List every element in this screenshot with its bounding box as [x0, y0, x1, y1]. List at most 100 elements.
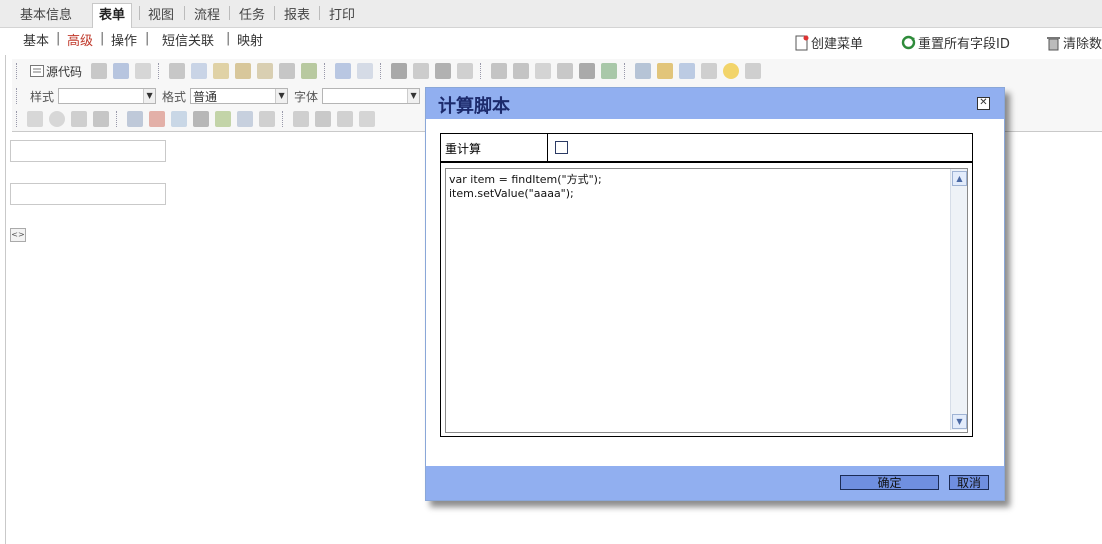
flash-icon[interactable]: [657, 63, 674, 79]
date-field-icon[interactable]: [149, 111, 165, 127]
tab-basic-info[interactable]: 基本信息: [20, 4, 72, 23]
script-field-icon[interactable]: [359, 111, 375, 127]
department-field-icon[interactable]: [193, 111, 209, 127]
dialog-footer: 确定 取消: [426, 466, 1004, 500]
tab-divider: [184, 6, 185, 20]
toolbar-grip: [16, 63, 20, 79]
undo-icon[interactable]: [335, 63, 352, 79]
clear-data-label: 清除数: [1063, 37, 1102, 52]
spellcheck-icon[interactable]: [301, 63, 318, 79]
scroll-down-icon[interactable]: ▼: [952, 414, 967, 429]
zoom-icon[interactable]: [113, 63, 130, 79]
bullet-list-icon[interactable]: [513, 63, 530, 79]
include-field-icon[interactable]: [337, 111, 353, 127]
selector-field-icon[interactable]: [237, 111, 253, 127]
image-icon[interactable]: [635, 63, 652, 79]
form-field-icon[interactable]: [127, 111, 143, 127]
numbered-list-icon[interactable]: [491, 63, 508, 79]
button-field-icon[interactable]: [293, 111, 309, 127]
top-tab-bar: 基本信息 表单 视图 流程 任务 报表 打印: [0, 0, 1102, 28]
tab-report[interactable]: 报表: [284, 4, 310, 23]
cut-icon[interactable]: [169, 63, 186, 79]
div-container-icon[interactable]: [601, 63, 618, 79]
form-text-field[interactable]: [10, 183, 166, 205]
select-all-icon[interactable]: [435, 63, 452, 79]
paste-word-icon[interactable]: [257, 63, 274, 79]
toolbar-row-2: 样式 ▼ 格式 普通 ▼ 字体 ▼: [12, 86, 421, 106]
copy-icon[interactable]: [191, 63, 208, 79]
font-label: 字体: [294, 89, 319, 104]
clear-data-button[interactable]: 清除数: [1046, 33, 1102, 52]
smiley-icon[interactable]: [723, 63, 740, 79]
reset-field-ids-button[interactable]: 重置所有字段ID: [901, 33, 1010, 52]
indent-icon[interactable]: [557, 63, 574, 79]
tree-field-icon[interactable]: [215, 111, 231, 127]
table-icon[interactable]: [679, 63, 696, 79]
create-menu-label: 创建菜单: [811, 37, 864, 52]
create-menu-button[interactable]: 创建菜单: [795, 33, 863, 52]
subnav-separator: |: [100, 31, 105, 46]
template-icon[interactable]: [135, 63, 152, 79]
script-editor[interactable]: var item = findItem("方式"); item.setValue…: [445, 168, 968, 433]
toolbar-row-3: [12, 109, 378, 129]
format-label: 格式: [162, 89, 187, 104]
attachment-field-icon[interactable]: [315, 111, 331, 127]
new-document-icon: [795, 35, 809, 50]
horizontal-rule-icon[interactable]: [701, 63, 718, 79]
reset-field-ids-label: 重置所有字段ID: [918, 37, 1010, 52]
tab-flow[interactable]: 流程: [194, 4, 220, 23]
textbox-field-icon[interactable]: [71, 111, 87, 127]
print-icon[interactable]: [279, 63, 296, 79]
style-select[interactable]: ▼: [58, 88, 157, 104]
close-icon[interactable]: ✕: [977, 97, 990, 110]
trash-icon: [1047, 36, 1060, 50]
toolbar-grip: [116, 111, 120, 127]
tab-divider: [274, 6, 275, 20]
tab-view[interactable]: 视图: [148, 4, 174, 23]
source-code-button[interactable]: 源代码: [46, 63, 82, 80]
subnav-sms-link[interactable]: 短信关联: [162, 30, 214, 49]
dialog-title-bar[interactable]: 计算脚本 ✕: [426, 88, 1004, 119]
subnav-operations[interactable]: 操作: [111, 30, 137, 49]
chevron-down-icon: ▼: [407, 89, 420, 103]
special-char-icon[interactable]: [745, 63, 762, 79]
font-select[interactable]: ▼: [322, 88, 421, 104]
chevron-down-icon: ▼: [275, 89, 288, 103]
paste-text-icon[interactable]: [235, 63, 252, 79]
toolbar-row-1: 源代码: [12, 61, 764, 81]
subnav-mapping[interactable]: 映射: [237, 30, 263, 49]
cancel-button[interactable]: 取消: [949, 475, 989, 490]
calculation-script-dialog: 计算脚本 ✕ 重计算 var item = findItem("方式"); it…: [425, 87, 1005, 501]
subnav-basic[interactable]: 基本: [23, 30, 49, 49]
tab-print[interactable]: 打印: [329, 4, 355, 23]
outdent-icon[interactable]: [535, 63, 552, 79]
ok-button[interactable]: 确定: [840, 475, 939, 490]
cell-divider: [547, 134, 548, 161]
preview-icon[interactable]: [91, 63, 108, 79]
find-icon[interactable]: [391, 63, 408, 79]
paste-icon[interactable]: [213, 63, 230, 79]
tab-divider: [319, 6, 320, 20]
user-field-icon[interactable]: [171, 111, 187, 127]
eraser-icon[interactable]: [457, 63, 474, 79]
subform-field-icon[interactable]: [259, 111, 275, 127]
textarea-field-icon[interactable]: [93, 111, 109, 127]
script-component-icon[interactable]: <>: [10, 228, 26, 242]
radio-field-icon[interactable]: [49, 111, 65, 127]
checkbox-field-icon[interactable]: [27, 111, 43, 127]
scroll-up-icon[interactable]: ▲: [952, 171, 967, 186]
blockquote-icon[interactable]: [579, 63, 596, 79]
recalculate-row: 重计算: [441, 134, 972, 163]
vertical-scrollbar[interactable]: ▲ ▼: [950, 169, 967, 430]
subnav-advanced[interactable]: 高级: [67, 30, 93, 49]
redo-icon[interactable]: [357, 63, 374, 79]
format-select[interactable]: 普通 ▼: [190, 88, 289, 104]
recalculate-checkbox[interactable]: [555, 141, 568, 154]
tab-task[interactable]: 任务: [239, 4, 265, 23]
toolbar-grip: [282, 111, 286, 127]
tab-form[interactable]: 表单: [92, 3, 133, 28]
form-text-field[interactable]: [10, 140, 166, 162]
subnav-separator: |: [226, 31, 231, 46]
replace-icon[interactable]: [413, 63, 430, 79]
style-label: 样式: [30, 89, 55, 104]
